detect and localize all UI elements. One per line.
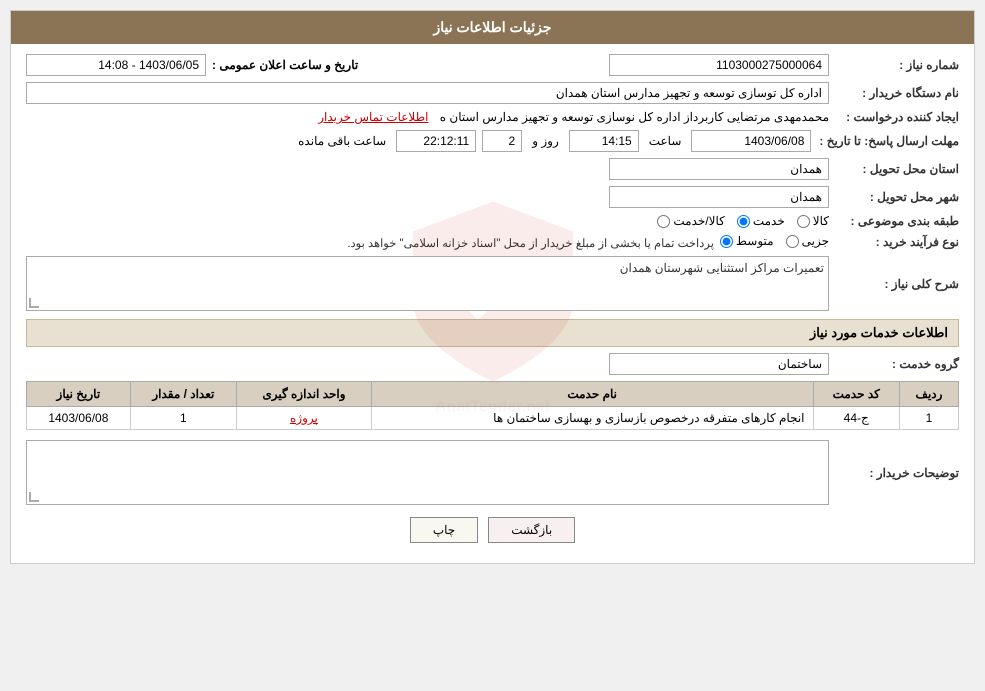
category-khedmat-radio[interactable] <box>737 215 750 228</box>
buyer-org-value: اداره کل توسازی توسعه و تجهیز مدارس استا… <box>26 82 829 104</box>
creator-label: ایجاد کننده درخواست : <box>829 110 959 124</box>
col-service-name: نام حدمت <box>371 382 813 407</box>
process-label: نوع فرآیند خرید : <box>829 235 959 249</box>
col-service-code: کد حدمت <box>813 382 899 407</box>
row-buyer-org: نام دستگاه خریدار : اداره کل توسازی توسع… <box>26 82 959 104</box>
row-province: استان محل تحویل : همدان <box>26 158 959 180</box>
announce-date-display: 1403/06/05 - 14:08 <box>26 54 206 76</box>
card-header: جزئیات اطلاعات نیاز <box>11 11 974 44</box>
province-value: همدان <box>26 158 829 180</box>
row-city: شهر محل تحویل : همدان <box>26 186 959 208</box>
table-body: 1 ج-44 انجام کارهای متفرقه درخصوص بازساز… <box>27 407 959 430</box>
row-need-desc: شرح کلی نیاز : تعمیرات مراکز استثنایی شه… <box>26 256 959 311</box>
category-khedmat: خدمت <box>737 214 785 228</box>
table-head: ردیف کد حدمت نام حدمت واحد اندازه گیری ت… <box>27 382 959 407</box>
city-value: همدان <box>26 186 829 208</box>
service-group-value: ساختمان <box>26 353 829 375</box>
creator-contact-link[interactable]: اطلاعات تماس خریدار <box>318 110 428 124</box>
buyer-org-label: نام دستگاه خریدار : <box>829 86 959 100</box>
row-creator: ایجاد کننده درخواست : محمدمهدی مرتضایی ک… <box>26 110 959 124</box>
cell-row-number: 1 <box>899 407 958 430</box>
need-desc-textarea-wrapper: تعمیرات مراکز استثنایی شهرستان همدان <box>26 256 829 311</box>
deadline-days-label: روز و <box>532 134 559 148</box>
cell-qty: 1 <box>130 407 236 430</box>
need-desc-value: تعمیرات مراکز استثنایی شهرستان همدان <box>26 256 829 311</box>
col-unit: واحد اندازه گیری <box>237 382 372 407</box>
need-number-value: 1103000275000064 <box>378 54 829 76</box>
row-buyer-notes: توضیحات خریدار : <box>26 440 959 505</box>
buyer-notes-label: توضیحات خریدار : <box>829 466 959 480</box>
cell-unit: پروژه <box>237 407 372 430</box>
process-motevaset: متوسط <box>720 234 774 248</box>
button-row: بازگشت چاپ <box>26 517 959 553</box>
table-header-row: ردیف کد حدمت نام حدمت واحد اندازه گیری ت… <box>27 382 959 407</box>
process-description: پرداخت تمام یا بخشی از مبلغ خریدار از مح… <box>347 234 714 250</box>
category-khedmat-label: خدمت <box>753 214 785 228</box>
buyer-org-display: اداره کل توسازی توسعه و تجهیز مدارس استا… <box>26 82 829 104</box>
cell-service-name: انجام کارهای متفرقه درخصوص بازسازی و بهس… <box>371 407 813 430</box>
col-date: تاریخ نیاز <box>27 382 131 407</box>
process-radio-group: جزیی متوسط <box>720 234 829 248</box>
process-motevaset-radio[interactable] <box>720 235 733 248</box>
deadline-values: 1403/06/08 ساعت 14:15 روز و 2 22:12:11 س… <box>294 130 811 152</box>
category-kala: کالا <box>797 214 829 228</box>
row-process: نوع فرآیند خرید : جزیی متوسط پرداخت تمام… <box>26 234 959 250</box>
category-kala-khedmat: کالا/خدمت <box>657 214 724 228</box>
col-row-number: ردیف <box>899 382 958 407</box>
process-content: جزیی متوسط پرداخت تمام یا بخشی از مبلغ خ… <box>347 234 829 250</box>
city-label: شهر محل تحویل : <box>829 190 959 204</box>
announce-date-label: تاریخ و ساعت اعلان عمومی : <box>212 58 358 72</box>
category-kala-khedmat-radio[interactable] <box>657 215 670 228</box>
deadline-time-label: ساعت <box>649 134 682 148</box>
need-number-label: شماره نیاز : <box>829 58 959 72</box>
cell-date: 1403/06/08 <box>27 407 131 430</box>
category-kala-khedmat-label: کالا/خدمت <box>673 214 724 228</box>
main-card: جزئیات اطلاعات نیاز AnatTender.net شماره… <box>10 10 975 564</box>
category-kala-label: کالا <box>813 214 829 228</box>
row-service-group: گروه خدمت : ساختمان <box>26 353 959 375</box>
creator-info: محمدمهدی مرتضایی کاربرداز اداره کل نوساز… <box>26 110 829 124</box>
deadline-remaining-display: 22:12:11 <box>396 130 476 152</box>
service-group-label: گروه خدمت : <box>829 357 959 371</box>
back-button[interactable]: بازگشت <box>488 517 575 543</box>
services-table: ردیف کد حدمت نام حدمت واحد اندازه گیری ت… <box>26 381 959 430</box>
unit-link[interactable]: پروژه <box>290 411 318 425</box>
process-jozii-radio[interactable] <box>786 235 799 248</box>
buyer-notes-textarea-wrapper <box>26 440 829 505</box>
deadline-remaining-label: ساعت باقی مانده <box>298 134 386 148</box>
category-radio-group: کالا خدمت کالا/خدمت <box>657 214 829 228</box>
print-button[interactable]: چاپ <box>410 517 478 543</box>
resize-corner <box>29 298 39 308</box>
province-display: همدان <box>609 158 829 180</box>
cell-service-code: ج-44 <box>813 407 899 430</box>
process-motevaset-label: متوسط <box>736 234 774 248</box>
deadline-days-display: 2 <box>482 130 522 152</box>
service-group-display: ساختمان <box>609 353 829 375</box>
deadline-label: مهلت ارسال پاسخ: تا تاریخ : <box>811 134 959 148</box>
category-kala-radio[interactable] <box>797 215 810 228</box>
buyer-notes-value <box>26 440 829 505</box>
buyer-notes-resize-corner <box>29 492 39 502</box>
services-section-header: اطلاعات خدمات مورد نیاز <box>26 319 959 347</box>
category-label: طبقه بندی موضوعی : <box>829 214 959 228</box>
process-jozii: جزیی <box>786 234 829 248</box>
province-label: استان محل تحویل : <box>829 162 959 176</box>
col-qty: تعداد / مقدار <box>130 382 236 407</box>
deadline-time-display: 14:15 <box>569 130 639 152</box>
need-number-display: 1103000275000064 <box>609 54 829 76</box>
row-deadline: مهلت ارسال پاسخ: تا تاریخ : 1403/06/08 س… <box>26 130 959 152</box>
creator-name: محمدمهدی مرتضایی کاربرداز اداره کل نوساز… <box>440 110 829 124</box>
need-desc-label: شرح کلی نیاز : <box>829 277 959 291</box>
city-display: همدان <box>609 186 829 208</box>
row-category: طبقه بندی موضوعی : کالا خدمت کالا/خدمت <box>26 214 959 228</box>
page-title: جزئیات اطلاعات نیاز <box>433 19 551 35</box>
page-wrapper: جزئیات اطلاعات نیاز AnatTender.net شماره… <box>0 0 985 691</box>
table-row: 1 ج-44 انجام کارهای متفرقه درخصوص بازساز… <box>27 407 959 430</box>
process-jozii-label: جزیی <box>802 234 829 248</box>
deadline-date-display: 1403/06/08 <box>691 130 811 152</box>
need-desc-content: تعمیرات مراکز استثنایی شهرستان همدان <box>620 261 824 275</box>
card-body: AnatTender.net شماره نیاز : 110300027500… <box>11 44 974 563</box>
row-need-number: شماره نیاز : 1103000275000064 تاریخ و سا… <box>26 54 959 76</box>
